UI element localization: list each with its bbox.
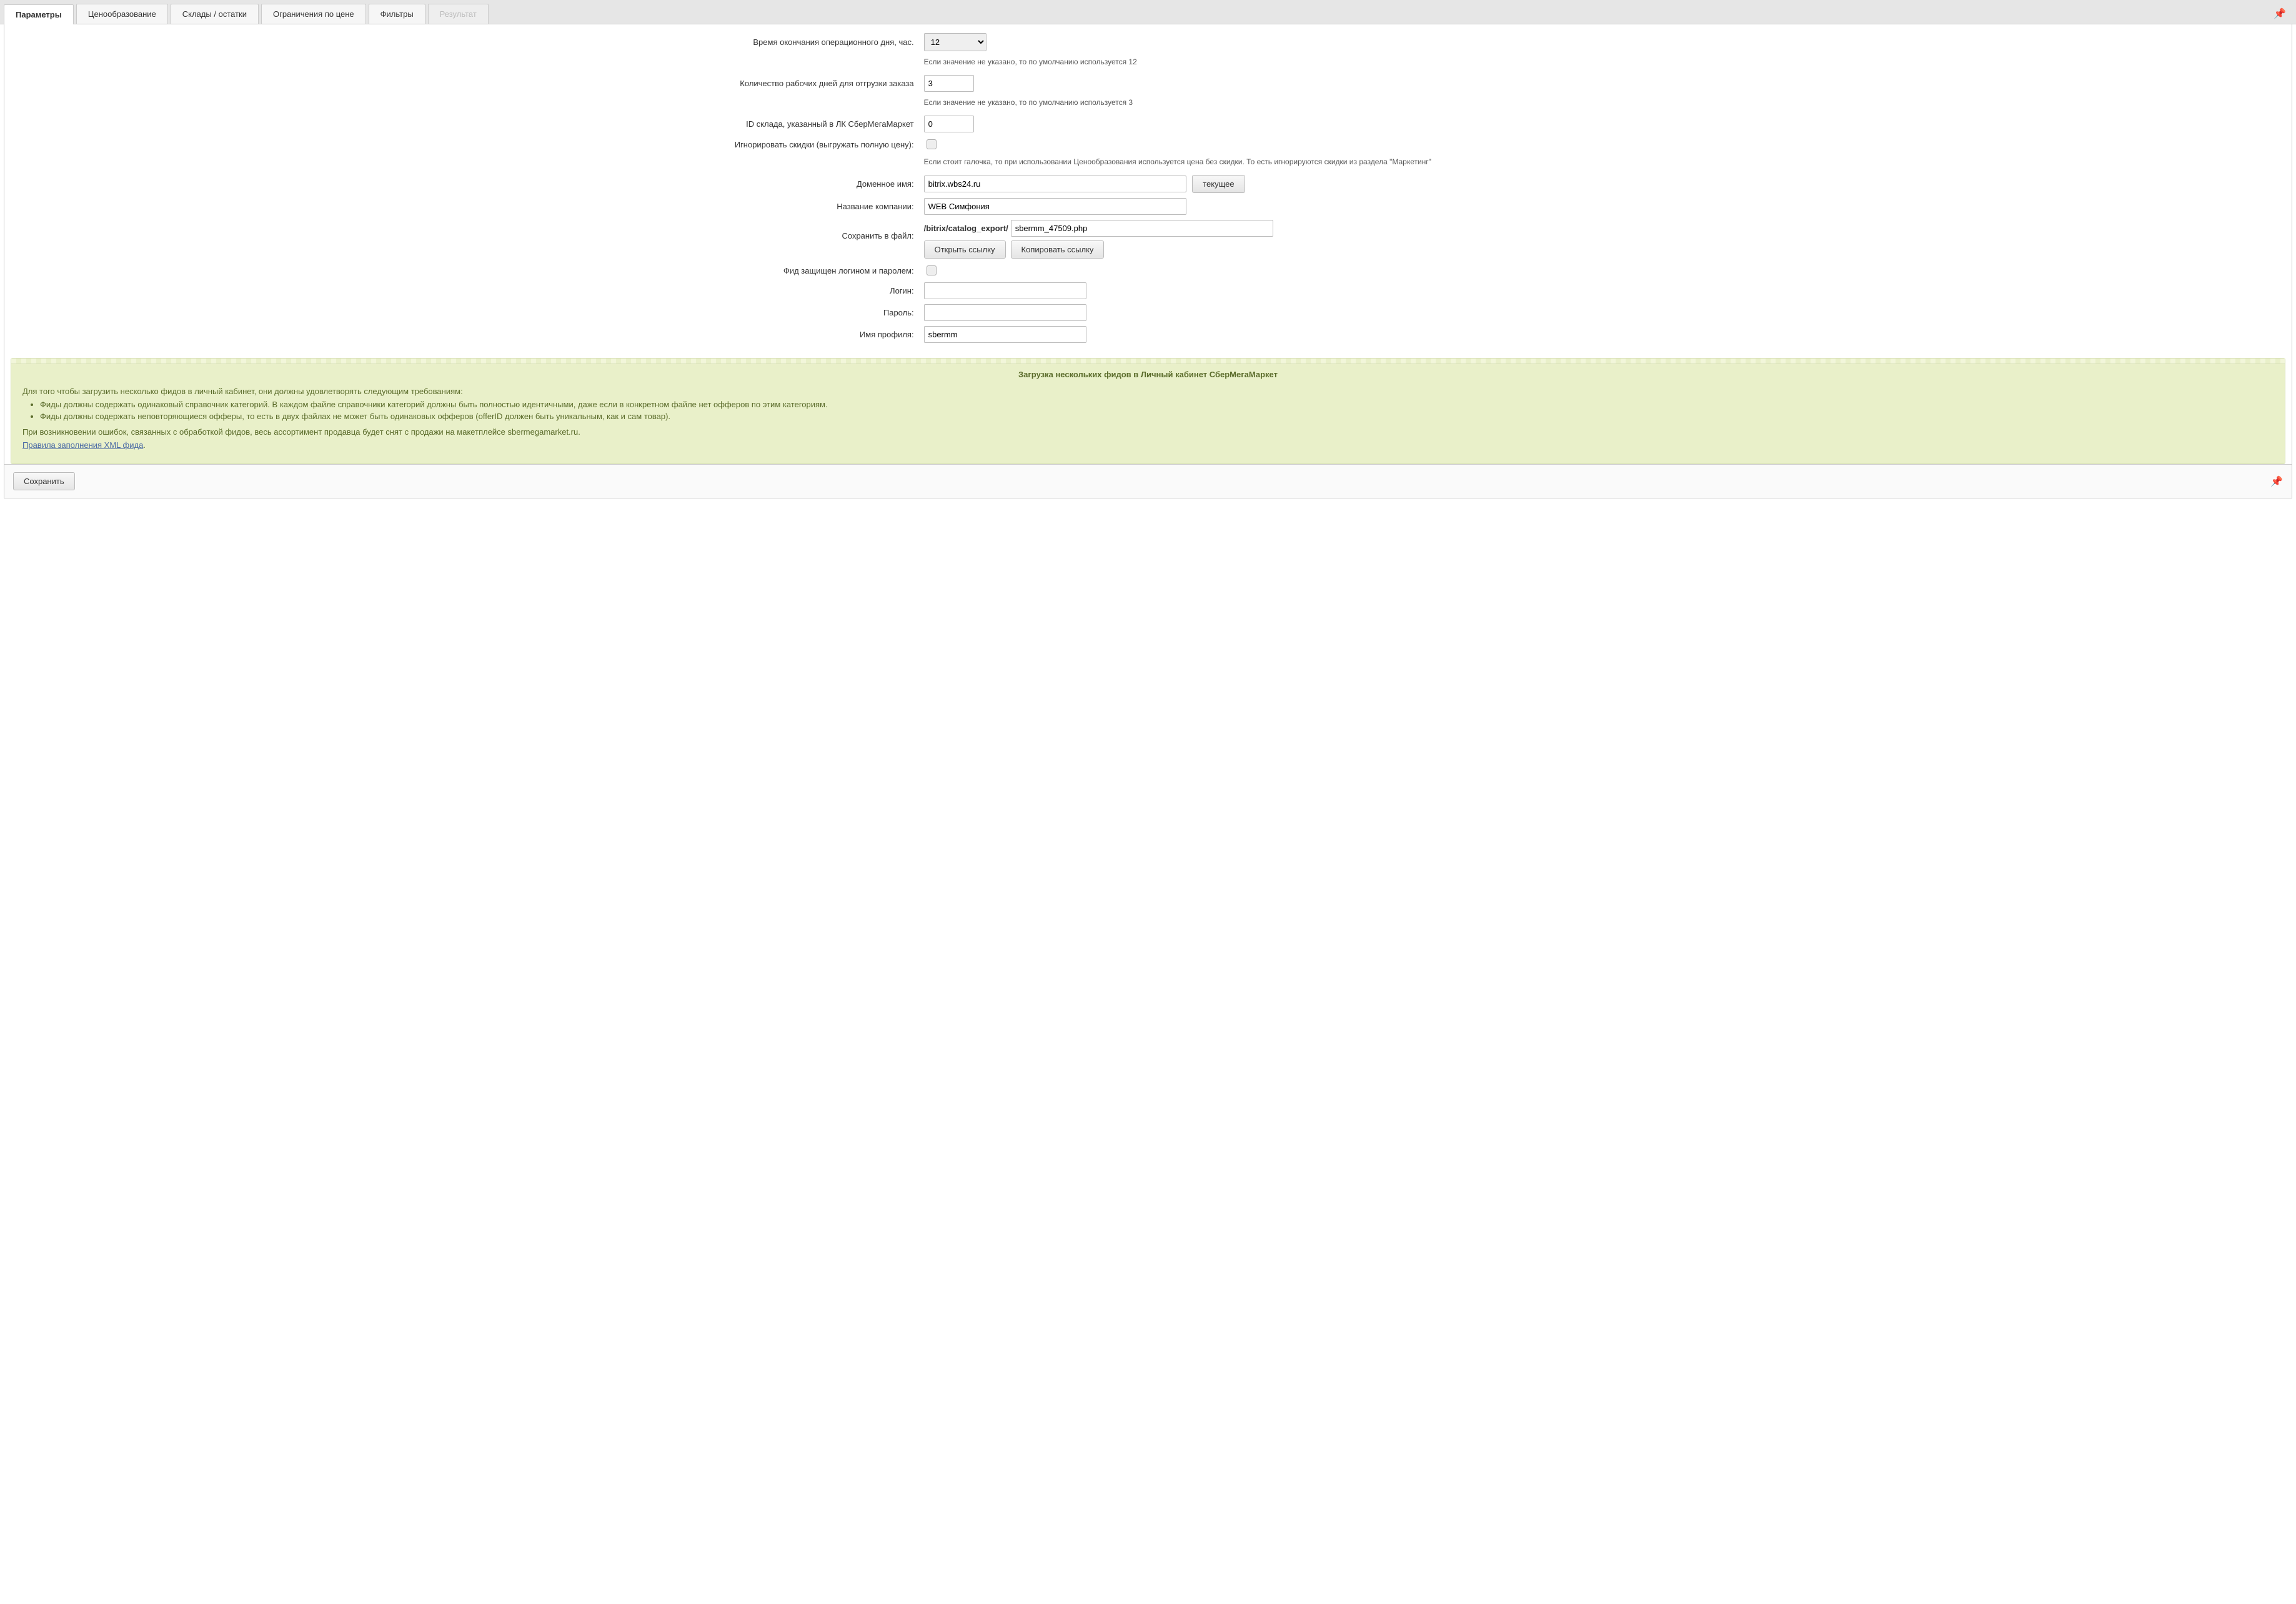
footer-bar: Сохранить 📌 bbox=[4, 465, 2292, 498]
notice-box: Загрузка нескольких фидов в Личный кабин… bbox=[11, 358, 2285, 464]
company-label: Название компании: bbox=[8, 196, 920, 217]
workdays-label: Количество рабочих дней для отгрузки зак… bbox=[8, 72, 920, 94]
tab-bar: Параметры Ценообразование Склады / остат… bbox=[0, 0, 2296, 24]
copy-link-button[interactable]: Копировать ссылку bbox=[1011, 240, 1105, 259]
profile-input[interactable] bbox=[924, 326, 1086, 343]
open-link-button[interactable]: Открыть ссылку bbox=[924, 240, 1006, 259]
notice-link-suffix: . bbox=[143, 440, 146, 450]
feed-protected-label: Фид защищен логином и паролем: bbox=[8, 261, 920, 280]
tab-stocks[interactable]: Склады / остатки bbox=[171, 4, 259, 24]
notice-item-1: Фиды должны содержать одинаковый справоч… bbox=[40, 400, 2274, 409]
notice-link[interactable]: Правила заполнения XML фида bbox=[22, 440, 143, 450]
save-button[interactable]: Сохранить bbox=[13, 472, 75, 490]
tab-result: Результат bbox=[428, 4, 489, 24]
tab-pricing[interactable]: Ценообразование bbox=[76, 4, 168, 24]
notice-list: Фиды должны содержать одинаковый справоч… bbox=[22, 400, 2274, 421]
domain-label: Доменное имя: bbox=[8, 172, 920, 196]
notice-footer: При возникновении ошибок, связанных с об… bbox=[22, 427, 2274, 437]
login-label: Логин: bbox=[8, 280, 920, 302]
save-file-input[interactable] bbox=[1011, 220, 1273, 237]
ignore-discounts-checkbox[interactable] bbox=[927, 139, 937, 149]
warehouse-id-label: ID склада, указанный в ЛК СберМегаМаркет bbox=[8, 113, 920, 135]
workdays-hint: Если значение не указано, то по умолчани… bbox=[924, 97, 2284, 111]
pin-icon-footer[interactable]: 📌 bbox=[2270, 475, 2283, 488]
feed-protected-checkbox[interactable] bbox=[927, 265, 937, 275]
save-file-label: Сохранить в файл: bbox=[8, 217, 920, 261]
password-label: Пароль: bbox=[8, 302, 920, 324]
notice-intro: Для того чтобы загрузить несколько фидов… bbox=[22, 387, 2274, 396]
pin-icon[interactable]: 📌 bbox=[2274, 7, 2286, 20]
save-file-prefix: /bitrix/catalog_export/ bbox=[924, 224, 1011, 233]
notice-item-2: Фиды должны содержать неповторяющиеся оф… bbox=[40, 412, 2274, 421]
settings-form: Время окончания операционного дня, час. … bbox=[8, 31, 2288, 345]
end-of-day-label: Время окончания операционного дня, час. bbox=[8, 31, 920, 54]
login-input[interactable] bbox=[924, 282, 1086, 299]
company-input[interactable] bbox=[924, 198, 1186, 215]
tab-price-limits[interactable]: Ограничения по цене bbox=[261, 4, 366, 24]
domain-input[interactable] bbox=[924, 176, 1186, 192]
end-of-day-select[interactable]: 12 bbox=[924, 33, 986, 51]
workdays-input[interactable] bbox=[924, 75, 974, 92]
notice-title: Загрузка нескольких фидов в Личный кабин… bbox=[22, 370, 2274, 379]
ignore-discounts-label: Игнорировать скидки (выгружать полную це… bbox=[8, 135, 920, 154]
content-panel: Время окончания операционного дня, час. … bbox=[4, 24, 2292, 465]
password-input[interactable] bbox=[924, 304, 1086, 321]
domain-current-button[interactable]: текущее bbox=[1192, 175, 1245, 193]
profile-label: Имя профиля: bbox=[8, 324, 920, 345]
tab-parameters[interactable]: Параметры bbox=[4, 4, 74, 24]
warehouse-id-input[interactable] bbox=[924, 116, 974, 132]
ignore-discounts-hint: Если стоит галочка, то при использовании… bbox=[924, 156, 2284, 170]
end-of-day-hint: Если значение не указано, то по умолчани… bbox=[924, 56, 2284, 70]
tab-filters[interactable]: Фильтры bbox=[369, 4, 425, 24]
